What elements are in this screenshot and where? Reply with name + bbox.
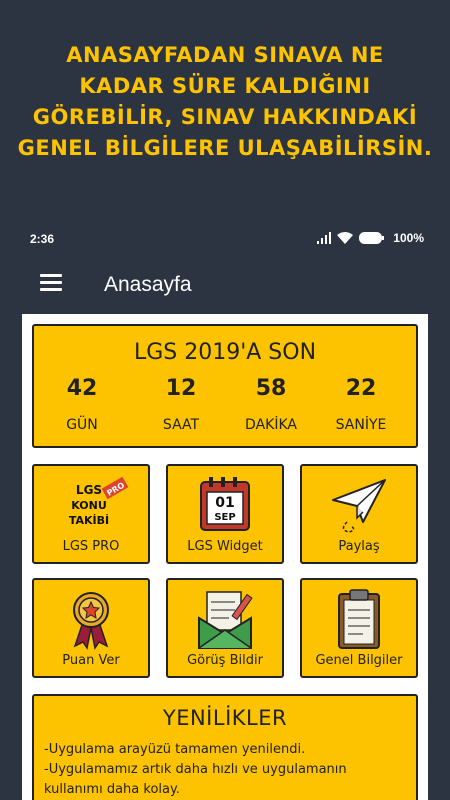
lgs-konu-takibi-logo: LGS KONU TAKİBİ PRO — [69, 476, 129, 527]
calendar-icon: 01 SEP — [200, 477, 250, 531]
rate-button[interactable]: Puan Ver — [32, 578, 150, 678]
general-info-button[interactable]: Genel Bilgiler — [300, 578, 418, 678]
promo-caption: ANASAYFADAN SINAVA NE KADAR SÜRE KALDIĞI… — [0, 40, 450, 164]
tile-label: LGS PRO — [62, 539, 120, 554]
clipboard-icon — [338, 589, 380, 649]
wifi-icon — [337, 232, 354, 244]
news-item: kullanımı daha kolay. — [44, 782, 180, 797]
countdown-label: DAKİKA — [245, 417, 297, 433]
news-item: -Uygulama arayüzü tamamen yenilendi. — [44, 742, 306, 757]
svg-text:LGS: LGS — [76, 483, 102, 497]
news-title: YENİLİKLER — [162, 706, 288, 730]
tile-label: Puan Ver — [62, 653, 120, 668]
countdown-value: 58 — [255, 376, 287, 401]
paper-plane-icon — [332, 479, 386, 533]
countdown-hours: 12 SAAT — [136, 376, 226, 433]
countdown-value: 12 — [165, 376, 197, 401]
countdown-card: LGS 2019'A SON 42 GÜN 12 SAAT 58 DAKİKA … — [32, 324, 418, 448]
countdown-value: 22 — [345, 376, 377, 401]
countdown-label: SAAT — [162, 417, 200, 433]
letter-envelope-icon — [198, 591, 253, 649]
main-content: LGS 2019'A SON 42 GÜN 12 SAAT 58 DAKİKA … — [22, 314, 428, 800]
news-list: -Uygulama arayüzü tamamen yenilendi. -Uy… — [44, 740, 406, 800]
battery-percent: 100% — [393, 231, 424, 245]
countdown-label: SANİYE — [335, 417, 387, 433]
medal-icon — [73, 592, 109, 650]
battery-icon — [359, 232, 385, 244]
news-item: -Uygulamamız artık daha hızlı ve uygulam… — [44, 762, 347, 777]
countdown-value: 42 — [66, 376, 98, 401]
news-card: YENİLİKLER -Uygulama arayüzü tamamen yen… — [32, 694, 418, 800]
promo-line: KADAR SÜRE KALDIĞINI — [79, 74, 371, 98]
svg-text:KONU: KONU — [71, 499, 107, 512]
promo-line: ANASAYFADAN SINAVA NE — [66, 43, 384, 67]
status-bar: 2:36 100% — [0, 220, 450, 258]
svg-text:SEP: SEP — [214, 512, 235, 523]
svg-text:01: 01 — [215, 495, 234, 511]
hamburger-menu-icon[interactable] — [40, 274, 66, 298]
countdown-title: LGS 2019'A SON — [133, 340, 317, 365]
countdown-seconds: 22 SANİYE — [316, 376, 406, 433]
promo-line: GÖREBİLİR, SINAV HAKKINDAKİ — [32, 105, 418, 129]
share-button[interactable]: Paylaş — [300, 464, 418, 564]
lgs-pro-button[interactable]: LGS KONU TAKİBİ PRO LGS PRO — [32, 464, 150, 564]
lgs-widget-button[interactable]: 01 SEP LGS Widget — [166, 464, 284, 564]
tile-label: Paylaş — [338, 539, 380, 554]
countdown-label: GÜN — [66, 417, 98, 433]
page-title: Anasayfa — [104, 273, 192, 296]
promo-line: GENEL BİLGİLERE ULAŞABİLİRSİN. — [17, 136, 433, 160]
status-icons: 100% — [317, 231, 424, 245]
status-time: 2:36 — [30, 232, 55, 246]
countdown-days: 42 GÜN — [37, 376, 127, 433]
signal-icon — [317, 232, 332, 244]
tile-label: Görüş Bildir — [187, 653, 263, 668]
tile-label: Genel Bilgiler — [315, 653, 403, 668]
feedback-button[interactable]: Görüş Bildir — [166, 578, 284, 678]
tile-label: LGS Widget — [187, 539, 263, 554]
phone-screen: 2:36 100% Anasayfa LGS 2019'A SON 42 GÜN… — [0, 220, 450, 800]
svg-text:TAKİBİ: TAKİBİ — [69, 513, 109, 527]
countdown-minutes: 58 DAKİKA — [226, 376, 316, 433]
app-bar: Anasayfa — [0, 258, 450, 314]
